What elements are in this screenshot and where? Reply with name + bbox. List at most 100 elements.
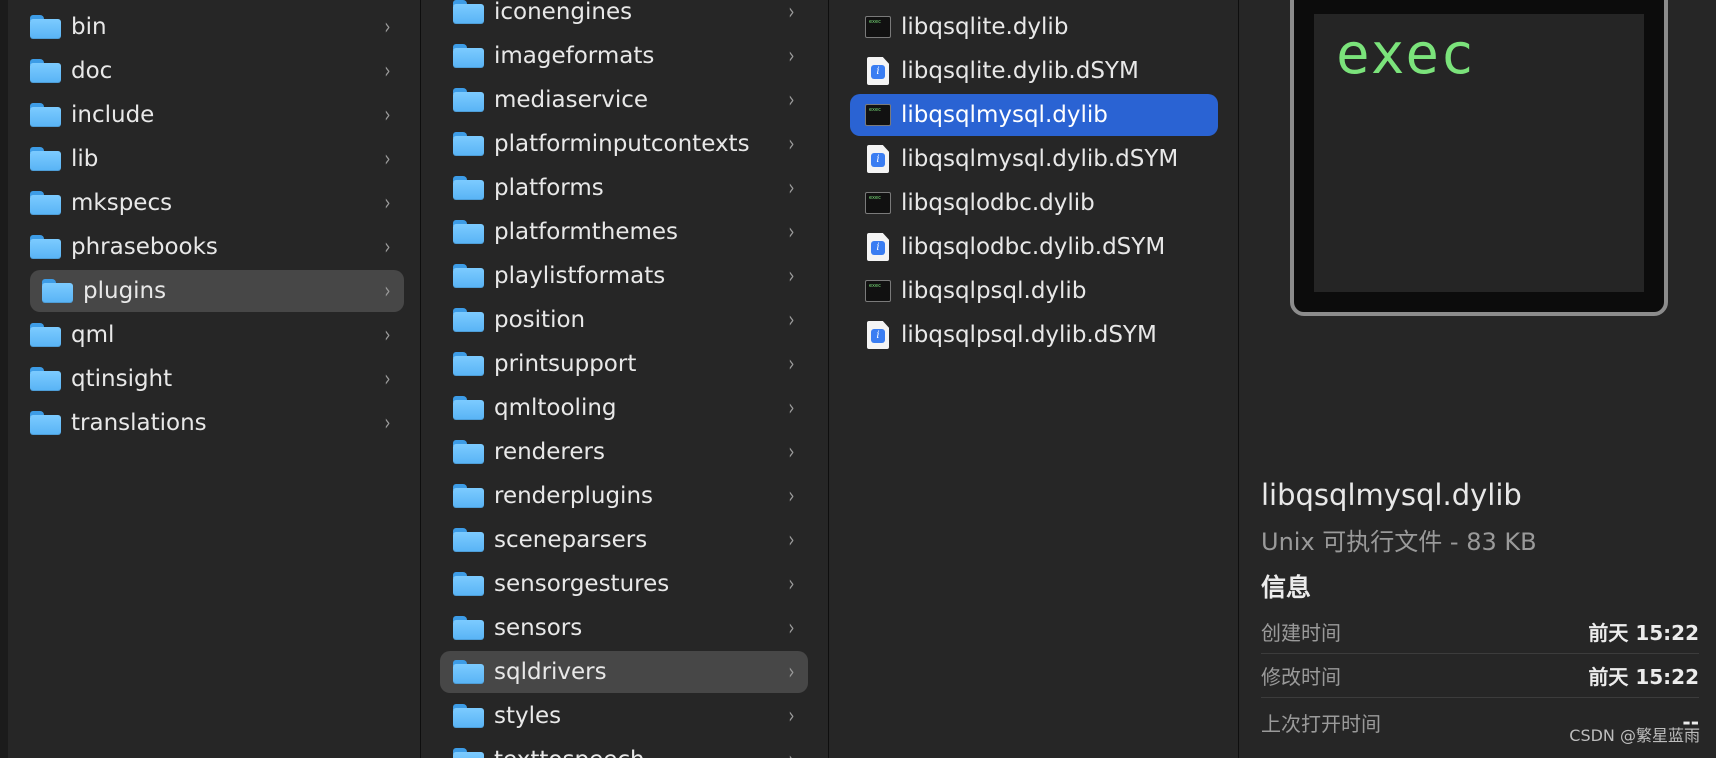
folder-row-sceneparsers[interactable]: sceneparsers › — [453, 519, 808, 561]
folder-icon — [30, 147, 61, 171]
folder-icon — [30, 59, 61, 83]
chevron-right-icon: › — [788, 527, 795, 553]
folder-row-doc[interactable]: doc › — [30, 50, 404, 92]
chevron-right-icon: › — [788, 571, 795, 597]
folder-row-position[interactable]: position › — [453, 299, 808, 341]
folder-row-translations[interactable]: translations › — [30, 402, 404, 444]
preview-pane: exec libqsqlmysql.dylib Unix 可执行文件 - 83 … — [1239, 0, 1716, 758]
file-row-libqsqlpsql-dylib[interactable]: exec libqsqlpsql.dylib — [865, 270, 1231, 312]
folder-row-printsupport[interactable]: printsupport › — [453, 343, 808, 385]
folder-icon — [453, 0, 484, 24]
file-row-libqsqlodbc-dsym[interactable]: i libqsqlodbc.dylib.dSYM — [865, 226, 1231, 268]
chevron-right-icon: › — [788, 131, 795, 157]
folder-row-texttospeech[interactable]: texttospeech › — [453, 739, 808, 758]
file-row-libqsqlite-dylib[interactable]: exec libqsqlite.dylib — [865, 6, 1231, 48]
folder-label: plugins — [83, 278, 167, 304]
folder-label: printsupport — [494, 351, 637, 377]
folder-row-sensors[interactable]: sensors › — [453, 607, 808, 649]
file-row-libqsqlpsql-dsym[interactable]: i libqsqlpsql.dylib.dSYM — [865, 314, 1231, 356]
chevron-right-icon: › — [384, 410, 391, 436]
chevron-right-icon: › — [384, 14, 391, 40]
chevron-right-icon: › — [788, 703, 795, 729]
dsym-file-icon: i — [867, 233, 889, 261]
info-key: 上次打开时间 — [1261, 711, 1381, 736]
folder-row-sensorgestures[interactable]: sensorgestures › — [453, 563, 808, 605]
chevron-right-icon: › — [788, 175, 795, 201]
folder-row-mkspecs[interactable]: mkspecs › — [30, 182, 404, 224]
info-row-created: 创建时间 前天 15:22 — [1261, 610, 1699, 654]
folder-label: doc — [71, 58, 113, 84]
folder-row-renderers[interactable]: renderers › — [453, 431, 808, 473]
column-sqldrivers[interactable]: exec libqsqlite.dylib i libqsqlite.dylib… — [829, 0, 1239, 758]
folder-label: platforms — [494, 175, 604, 201]
folder-label: sqldrivers — [494, 659, 607, 685]
folder-label: texttospeech — [494, 747, 787, 758]
csdn-watermark: CSDN @繁星蓝雨 — [1569, 726, 1700, 745]
folder-label: playlistformats — [494, 263, 666, 289]
folder-row-platforms[interactable]: platforms › — [453, 167, 808, 209]
chevron-right-icon: › — [788, 659, 795, 685]
folder-label: translations — [71, 410, 207, 436]
folder-row-phrasebooks[interactable]: phrasebooks › — [30, 226, 404, 268]
folder-row-styles[interactable]: styles › — [453, 695, 808, 737]
thumbnail-exec-text: exec — [1336, 22, 1475, 87]
folder-icon — [453, 308, 484, 332]
folder-row-plugins[interactable]: plugins › — [30, 270, 404, 312]
chevron-right-icon: › — [384, 234, 391, 260]
folder-row-platforminputcontexts[interactable]: platforminputcontexts › — [453, 123, 808, 165]
folder-label: styles — [494, 703, 562, 729]
chevron-right-icon: › — [788, 615, 795, 641]
column-plugins[interactable]: iconengines › imageformats › mediaservic… — [421, 0, 829, 758]
chevron-right-icon: › — [788, 0, 795, 25]
folder-label: renderers — [494, 439, 605, 465]
folder-label: qml — [71, 322, 115, 348]
folder-icon — [30, 235, 61, 259]
folder-row-qml[interactable]: qml › — [30, 314, 404, 356]
info-value: 前天 15:22 — [1588, 665, 1699, 689]
chevron-right-icon: › — [384, 278, 391, 304]
file-label: libqsqlmysql.dylib.dSYM — [901, 146, 1179, 172]
folder-label: qmltooling — [494, 395, 617, 421]
folder-icon — [453, 484, 484, 508]
folder-row-platformthemes[interactable]: platformthemes › — [453, 211, 808, 253]
folder-row-mediaservice[interactable]: mediaservice › — [453, 79, 808, 121]
file-label: libqsqlodbc.dylib — [901, 190, 1095, 216]
chevron-right-icon: › — [384, 190, 391, 216]
preview-file-name: libqsqlmysql.dylib — [1261, 478, 1522, 512]
info-value: 前天 15:22 — [1588, 621, 1699, 645]
folder-icon — [30, 103, 61, 127]
folder-icon — [453, 572, 484, 596]
folder-row-qmltooling[interactable]: qmltooling › — [453, 387, 808, 429]
file-label: libqsqlodbc.dylib.dSYM — [901, 234, 1166, 260]
folder-row-sqldrivers[interactable]: sqldrivers › — [440, 651, 808, 693]
folder-icon — [30, 191, 61, 215]
folder-row-imageformats[interactable]: imageformats › — [453, 35, 808, 77]
folder-icon — [453, 44, 484, 68]
chevron-right-icon: › — [788, 87, 795, 113]
folder-row-renderplugins[interactable]: renderplugins › — [453, 475, 808, 517]
folder-row-playlistformats[interactable]: playlistformats › — [453, 255, 808, 297]
file-row-libqsqlite-dsym[interactable]: i libqsqlite.dylib.dSYM — [865, 50, 1231, 92]
file-row-libqsqlmysql-dsym[interactable]: i libqsqlmysql.dylib.dSYM — [865, 138, 1231, 180]
info-section-title: 信息 — [1261, 573, 1312, 602]
folder-label: mkspecs — [71, 190, 173, 216]
file-label: libqsqlite.dylib — [901, 14, 1069, 40]
file-row-libqsqlodbc-dylib[interactable]: exec libqsqlodbc.dylib — [865, 182, 1231, 224]
folder-icon — [453, 616, 484, 640]
folder-icon — [453, 264, 484, 288]
chevron-right-icon: › — [384, 366, 391, 392]
chevron-right-icon: › — [788, 263, 795, 289]
folder-row-include[interactable]: include › — [30, 94, 404, 136]
file-label: libqsqlpsql.dylib.dSYM — [901, 322, 1157, 348]
folder-row-qtinsight[interactable]: qtinsight › — [30, 358, 404, 400]
folder-label: platformthemes — [494, 219, 679, 245]
folder-row-iconengines[interactable]: iconengines › — [453, 0, 808, 33]
folder-label: sceneparsers — [494, 527, 648, 553]
column-root[interactable]: bin › doc › include › lib › mkspecs › ph… — [0, 0, 421, 758]
folder-label: renderplugins — [494, 483, 654, 509]
folder-row-lib[interactable]: lib › — [30, 138, 404, 180]
folder-icon — [453, 88, 484, 112]
chevron-right-icon: › — [384, 102, 391, 128]
folder-row-bin[interactable]: bin › — [30, 6, 404, 48]
file-row-libqsqlmysql-dylib[interactable]: exec libqsqlmysql.dylib — [850, 94, 1218, 136]
